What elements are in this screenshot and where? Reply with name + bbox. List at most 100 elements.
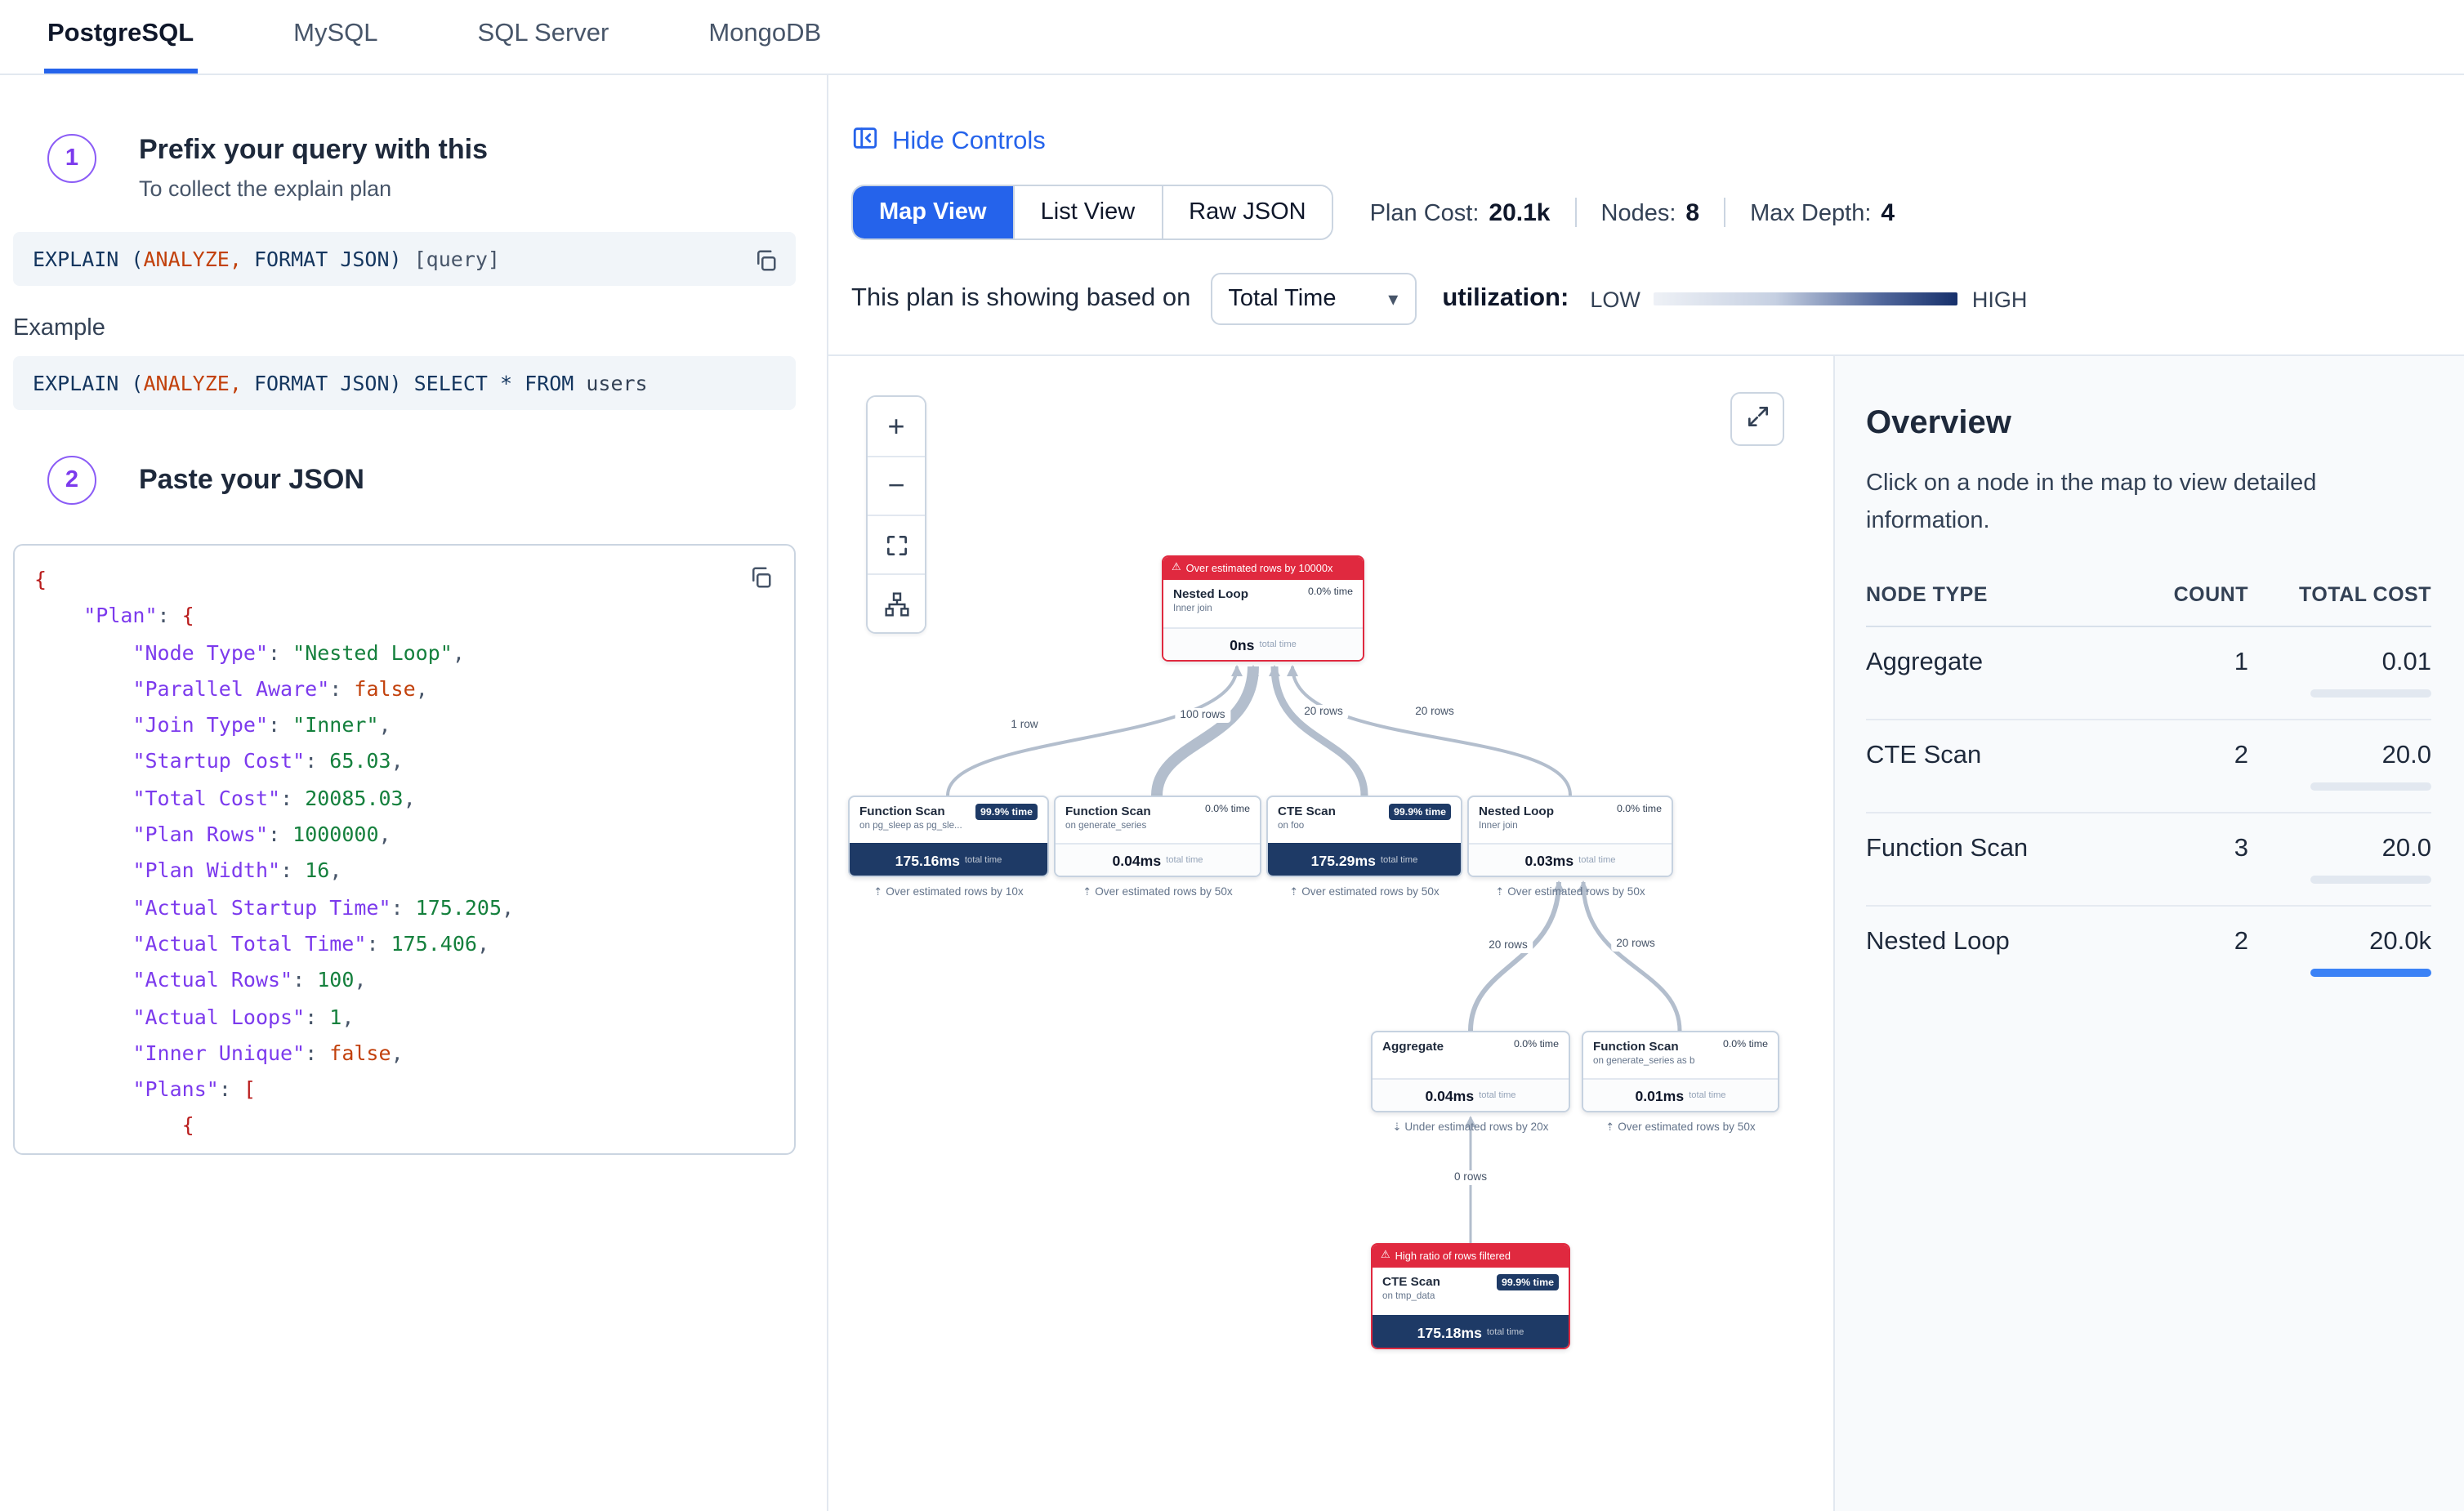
overview-table-header: NODE TYPECOUNTTOTAL COST (1866, 584, 2431, 628)
app-root: PostgreSQL MySQL SQL Server MongoDB 1 Prefi… (0, 0, 2464, 1511)
json-line: "Plans": [ (34, 1072, 774, 1108)
node-type-cell: Aggregate (1866, 649, 2144, 679)
node-subtitle: Inner join (1173, 604, 1248, 613)
copy-icon (753, 253, 778, 278)
json-line: { (34, 1108, 774, 1145)
view-switcher: Map ViewList ViewRaw JSON (851, 185, 1334, 240)
plan-node-cte-scan-foo[interactable]: CTE Scanon foo99.9% time175.29mstotal ti… (1266, 796, 1462, 877)
node-title: Function Scan (859, 804, 962, 818)
plan-section: Hide Controls Map ViewList ViewRaw JSON … (828, 75, 2464, 1511)
table-row-nested-loop: Nested Loop220.0k (1866, 907, 2431, 999)
warning-icon: ⚠ (1381, 1251, 1390, 1262)
copy-json-button[interactable] (745, 562, 776, 593)
table-row-function-scan: Function Scan320.0 (1866, 814, 2431, 907)
copy-prefix-button[interactable] (750, 245, 781, 276)
plan-region: +− 1 row100 rows20 rows20 rows20 rows20 … (828, 354, 2464, 1511)
list-view-button[interactable]: List View (1013, 186, 1162, 238)
plan-controls: Hide Controls Map ViewList ViewRaw JSON … (828, 75, 2464, 325)
edge-label: 20 rows (1410, 705, 1459, 720)
tab-mysql[interactable]: MySQL (290, 0, 381, 74)
column-header-total-cost: TOTAL COST (2248, 584, 2431, 607)
example-snippet: EXPLAIN (ANALYZE, FORMAT JSON) SELECT * … (13, 356, 796, 410)
edge-label: 20 rows (1299, 705, 1348, 720)
node-type-cell: Function Scan (1866, 836, 2144, 865)
plan-node-nested-loop-root[interactable]: ⚠Over estimated rows by 10000xNested Loo… (1162, 555, 1364, 662)
node-total-time: 0.04mstotal time (1373, 1078, 1569, 1111)
json-line: "Parallel Aware": false, (34, 671, 774, 708)
edge-label: 100 rows (1175, 708, 1230, 723)
plan-node-function-scan-generate-series-b[interactable]: Function Scanon generate_series as b0.0%… (1582, 1031, 1779, 1112)
stat-divider (1724, 198, 1725, 227)
node-subtitle: on pg_sleep as pg_sle... (859, 821, 962, 831)
json-line: "Inner Unique": false, (34, 1036, 774, 1072)
arrow-up-icon: ⇡ (1289, 885, 1298, 898)
overview-description: Click on a node in the map to view detai… (1866, 466, 2422, 542)
total-cost-cell: 0.01 (2248, 649, 2431, 698)
arrow-up-icon: ⇡ (1495, 885, 1504, 898)
plan-node-nested-loop-inner[interactable]: Nested LoopInner join0.0% time0.03mstota… (1467, 796, 1673, 877)
example-label: Example (13, 315, 796, 341)
node-title: Function Scan (1065, 804, 1151, 818)
layout-icon (883, 591, 909, 617)
step-1: 1 Prefix your query with this To collect… (47, 134, 796, 201)
tab-sql-server[interactable]: SQL Server (475, 0, 613, 74)
plan-node-aggregate[interactable]: Aggregate0.0% time0.04mstotal time (1371, 1031, 1570, 1112)
node-row-estimate-hint: ⇡Over estimated rows by 50x (1082, 885, 1232, 898)
node-title: CTE Scan (1382, 1274, 1440, 1289)
cost-bar (2310, 783, 2431, 791)
json-line: "Plan Rows": 1000000, (34, 817, 774, 854)
overview-table: NODE TYPECOUNTTOTAL COST Aggregate10.01C… (1866, 584, 2431, 999)
node-title: Function Scan (1593, 1039, 1694, 1054)
plan-node-cte-scan-tmp-data[interactable]: ⚠High ratio of rows filteredCTE Scanon t… (1371, 1243, 1570, 1349)
map-view-button[interactable]: Map View (853, 186, 1013, 238)
arrow-up-icon: ⇡ (1605, 1121, 1614, 1134)
step-2-number: 2 (47, 456, 96, 505)
node-row-estimate-hint: ⇡Over estimated rows by 50x (1289, 885, 1439, 898)
plan-stats: Plan Cost:20.1kNodes:8Max Depth:4 (1370, 198, 1895, 227)
zoom-in-button[interactable]: + (868, 397, 925, 456)
stat-divider (1575, 198, 1577, 227)
json-line: "Plan": { (34, 599, 774, 635)
node-time-percent: 0.0% time (1723, 1039, 1768, 1078)
zoom-out-button[interactable]: − (868, 456, 925, 515)
utilization-gradient-bar (1654, 292, 1957, 305)
example-snippet-code: EXPLAIN (ANALYZE, FORMAT JSON) SELECT * … (33, 371, 648, 395)
tab-mongodb[interactable]: MongoDB (705, 0, 824, 74)
step-2: 2 Paste your JSON (47, 456, 796, 505)
edge-layer (828, 356, 1833, 1511)
basis-select[interactable]: Total Time ▾ (1210, 273, 1416, 325)
basis-select-value: Total Time (1228, 286, 1336, 312)
node-total-time: 175.16mstotal time (850, 843, 1047, 876)
raw-json-button[interactable]: Raw JSON (1161, 186, 1332, 238)
fit-view-button[interactable] (868, 515, 925, 573)
step-1-title: Prefix your query with this (139, 134, 488, 167)
cost-bar (2310, 876, 2431, 885)
prefix-snippet-code: EXPLAIN (ANALYZE, FORMAT JSON) [query] (33, 247, 500, 271)
node-row-estimate-hint: ⇡Over estimated rows by 50x (1605, 1121, 1755, 1134)
hide-controls-link[interactable]: Hide Controls (851, 124, 1046, 160)
utilization-high-label: HIGH (1972, 287, 2028, 311)
json-line: "Join Type": "Inner", (34, 707, 774, 744)
layout-button[interactable] (868, 573, 925, 632)
panel-collapse-icon (851, 124, 879, 160)
node-total-time: 0.03mstotal time (1469, 843, 1672, 876)
step-1-subtitle: To collect the explain plan (139, 176, 488, 201)
node-time-percent: 99.9% time (1497, 1274, 1559, 1290)
tab-postgresql[interactable]: PostgreSQL (44, 0, 197, 74)
node-row-estimate-hint: ⇡Over estimated rows by 10x (873, 885, 1023, 898)
plan-node-function-scan-generate-series[interactable]: Function Scanon generate_series0.0% time… (1054, 796, 1261, 877)
node-time-percent: 0.0% time (1308, 586, 1353, 627)
total-cost-cell: 20.0 (2248, 742, 2431, 791)
column-header-count: COUNT (2144, 584, 2248, 607)
fullscreen-button[interactable] (1730, 392, 1784, 446)
json-line: "Node Type": "Nested Loop", (34, 635, 774, 671)
json-input[interactable]: { "Plan": { "Node Type": "Nested Loop", … (13, 544, 796, 1155)
overview-title: Overview (1866, 405, 2431, 443)
count-cell: 2 (2144, 742, 2248, 772)
node-time-percent: 99.9% time (1389, 804, 1451, 820)
node-title: CTE Scan (1278, 804, 1336, 818)
node-row-estimate-hint: ⇡Over estimated rows by 50x (1495, 885, 1645, 898)
plan-node-function-scan-pg-sleep[interactable]: Function Scanon pg_sleep as pg_sle...99.… (848, 796, 1049, 877)
map-toolbar: +− (866, 395, 926, 634)
stat-plan-cost: Plan Cost:20.1k (1370, 198, 1551, 226)
